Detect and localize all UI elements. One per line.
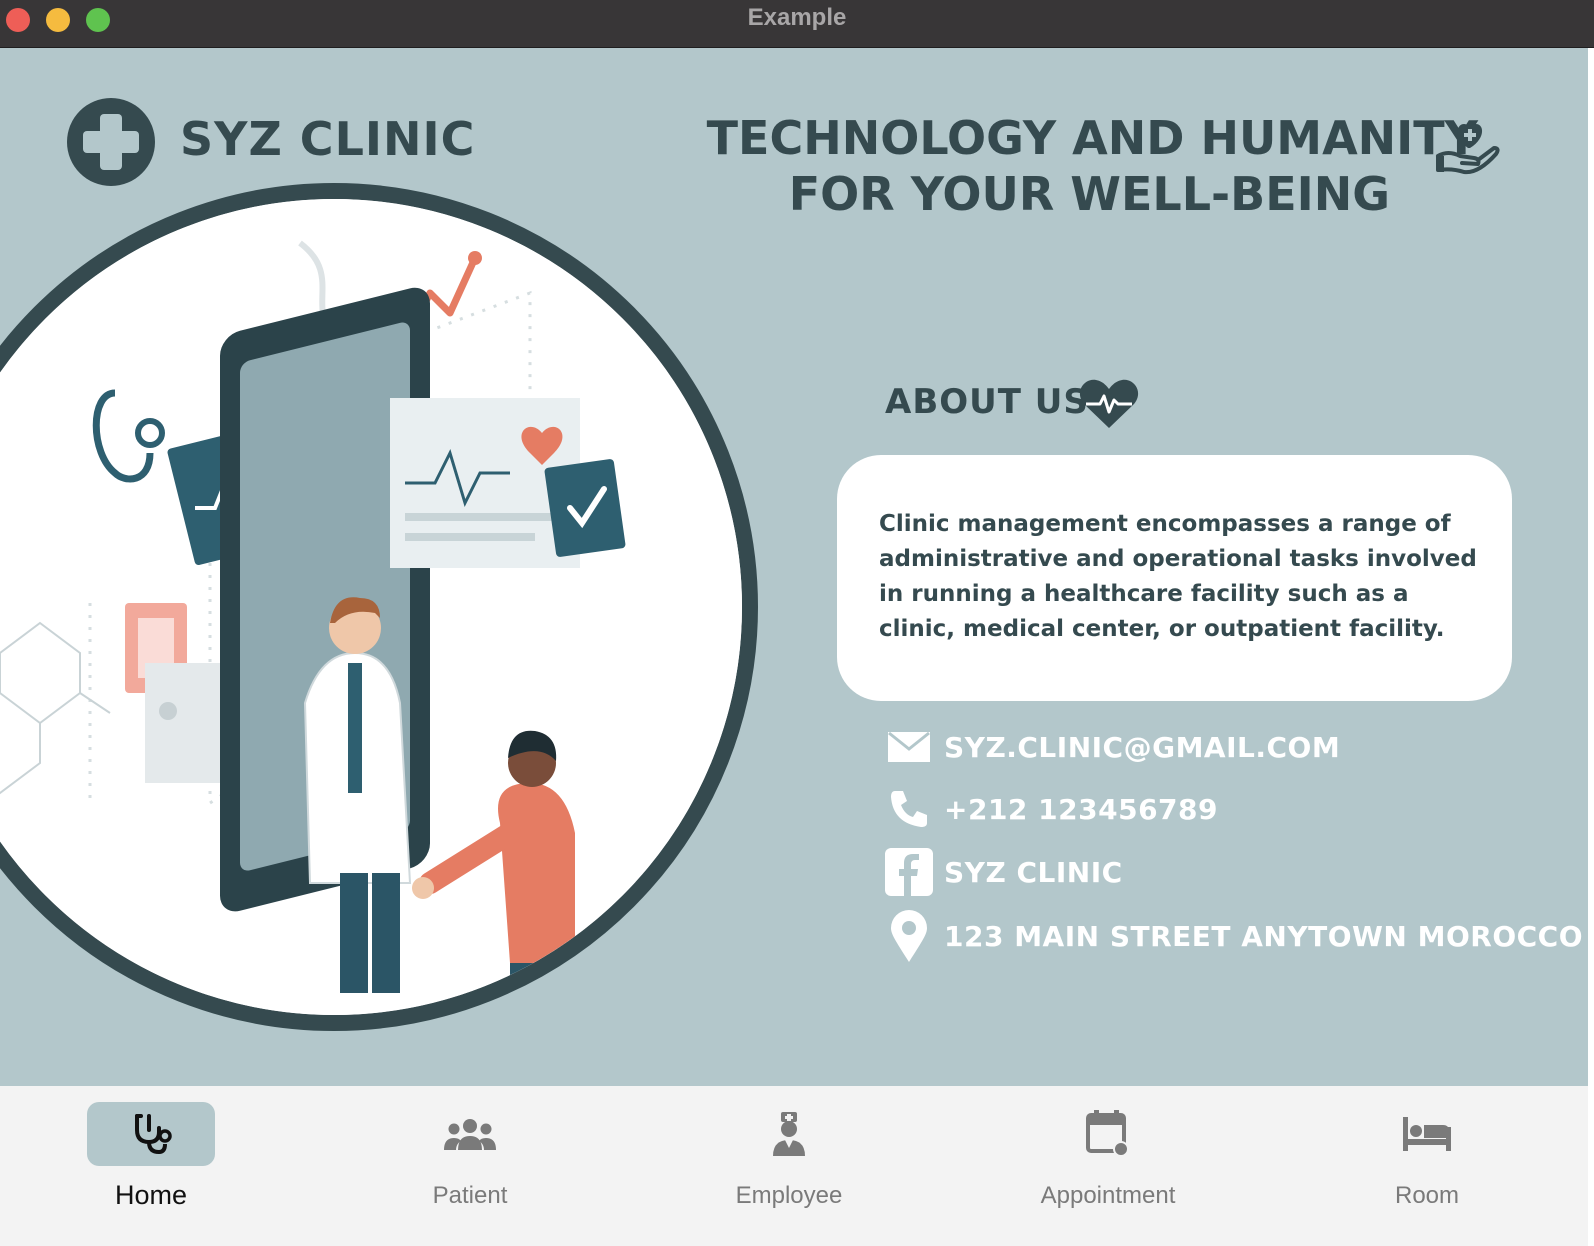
nav-home[interactable]: Home: [51, 1086, 251, 1246]
contact-address-text: 123 MAIN STREET ANYTOWN MOROCCO: [944, 919, 1584, 953]
nav-room-label: Room: [1394, 1182, 1460, 1209]
contact-phone-text: +212 123456789: [944, 792, 1218, 826]
home-page: SYZ CLINIC TECHNOLOGY AND HUMANITY FOR Y…: [0, 48, 1588, 1086]
contact-facebook: SYZ CLINIC: [884, 844, 1123, 900]
tagline: TECHNOLOGY AND HUMANITY FOR YOUR WELL-BE…: [707, 110, 1478, 222]
about-card: Clinic management encompasses a range of…: [837, 455, 1512, 701]
nav-appointment[interactable]: Appointment: [1008, 1086, 1208, 1246]
clinic-name: SYZ CLINIC: [180, 112, 476, 166]
calendar-icon: [1086, 1110, 1129, 1157]
app-window: Example SYZ CLINIC TECHNOLOGY AND HUMANI…: [0, 0, 1594, 1246]
about-us-heading: ABOUT US: [885, 382, 1089, 422]
nav-patient[interactable]: Patient: [370, 1086, 570, 1246]
tagline-line-2: FOR YOUR WELL-BEING: [788, 167, 1390, 221]
caring-hand-icon: [1436, 124, 1500, 175]
telemedicine-illustration: [0, 183, 758, 1031]
window-title: Example: [747, 4, 847, 31]
envelope-icon: [884, 722, 934, 772]
heartbeat-icon: [1079, 379, 1139, 428]
phone-icon: [884, 784, 934, 834]
contact-phone: +212 123456789: [884, 781, 1218, 837]
bed-icon: [1403, 1117, 1451, 1151]
contact-email-text: SYZ.CLINIC@GMAIL.COM: [944, 730, 1341, 764]
tagline-line-1: TECHNOLOGY AND HUMANITY: [706, 111, 1478, 165]
people-icon: [444, 1119, 496, 1150]
nav-patient-label: Patient: [432, 1182, 508, 1209]
nav-appointment-label: Appointment: [1040, 1182, 1176, 1209]
location-pin-icon: [884, 910, 934, 962]
facebook-icon: [884, 847, 934, 897]
contact-facebook-text: SYZ CLINIC: [944, 855, 1123, 889]
nav-room[interactable]: Room: [1327, 1086, 1527, 1246]
nav-employee-label: Employee: [735, 1182, 843, 1209]
contact-email: SYZ.CLINIC@GMAIL.COM: [884, 719, 1340, 775]
nav-home-label: Home: [114, 1180, 188, 1210]
nurse-icon: [773, 1112, 805, 1156]
nav-employee[interactable]: Employee: [689, 1086, 889, 1246]
bottom-navigation-bar: Home Patient Employee Appointment Room: [0, 1086, 1588, 1246]
clinic-cross-logo-icon: [67, 98, 155, 186]
about-description: Clinic management encompasses a range of…: [879, 511, 1477, 642]
contact-address: 123 MAIN STREET ANYTOWN MOROCCO: [884, 908, 1583, 964]
title-bar: Example: [0, 0, 1594, 48]
stethoscope-icon: [135, 1114, 172, 1155]
